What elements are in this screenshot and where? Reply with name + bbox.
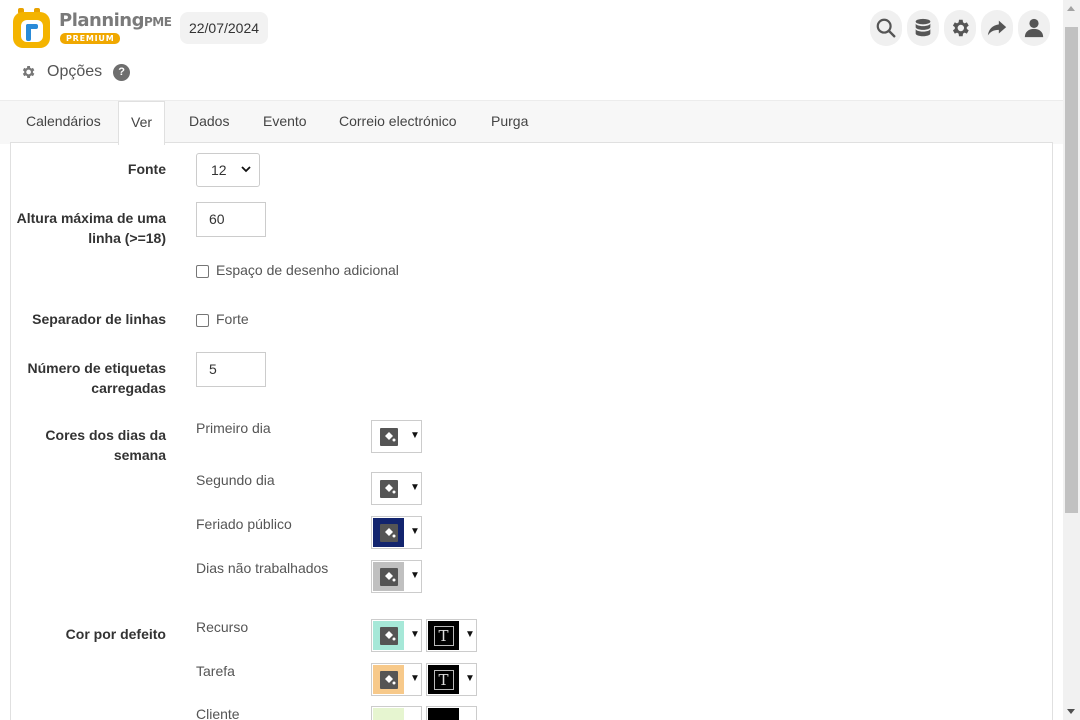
dropdown-arrow-icon: ▼: [410, 673, 420, 684]
dropdown-arrow-icon: ▼: [410, 430, 420, 441]
separator-strong-label: Forte: [216, 311, 249, 327]
tab-dados[interactable]: Dados: [177, 101, 241, 144]
tab-calendarios[interactable]: Calendários: [14, 101, 113, 144]
extra-space-checkbox[interactable]: [196, 265, 209, 278]
client-label: Cliente: [196, 706, 240, 720]
text-color-swatch: T: [428, 621, 459, 650]
resource-color-picker[interactable]: ▼: [371, 619, 422, 652]
scrollbar-thumb[interactable]: [1065, 27, 1078, 513]
current-date[interactable]: 22/07/2024: [180, 12, 268, 44]
paint-bucket-icon: [379, 427, 398, 446]
dropdown-arrow-icon: ▼: [465, 673, 475, 684]
public-holiday-color-picker[interactable]: ▼: [371, 516, 422, 549]
color-swatch: [373, 422, 404, 451]
user-button[interactable]: [1018, 10, 1050, 46]
text-color-icon: T: [433, 669, 454, 690]
separator-label: Separador de linhas: [32, 311, 166, 327]
weekday-colors-label: Cores dos dias da semana: [45, 427, 166, 463]
non-working-days-color-picker[interactable]: ▼: [371, 560, 422, 593]
color-swatch: [373, 665, 404, 694]
paint-bucket-icon: [379, 670, 398, 689]
settings-button[interactable]: [944, 10, 976, 46]
labels-loaded-label: Número de etiquetas carregadas: [27, 360, 166, 396]
dropdown-arrow-icon: ▼: [410, 629, 420, 640]
max-height-input[interactable]: 60: [196, 202, 266, 237]
tab-correio-electronico[interactable]: Correio electrónico: [327, 101, 469, 144]
view-options-panel: [10, 142, 1053, 720]
dropdown-arrow-icon: ▼: [465, 629, 475, 640]
tab-purga[interactable]: Purga: [479, 101, 540, 144]
text-color-swatch: T: [428, 665, 459, 694]
page-scrollbar[interactable]: [1063, 0, 1080, 720]
database-button[interactable]: [907, 10, 939, 46]
gear-icon: [22, 66, 35, 78]
scroll-up-icon[interactable]: [1067, 6, 1075, 11]
gear-icon: [952, 19, 969, 37]
color-swatch: [373, 621, 404, 650]
color-swatch: [373, 474, 404, 503]
share-button[interactable]: [981, 10, 1013, 46]
font-size-select[interactable]: 12: [196, 153, 260, 187]
max-height-label: Altura máxima de uma linha (>=18): [16, 210, 166, 246]
premium-badge: PREMIUM: [60, 33, 121, 44]
extra-space-label: Espaço de desenho adicional: [216, 262, 399, 278]
color-swatch: [373, 518, 404, 547]
planningpme-logo-icon[interactable]: [12, 7, 52, 49]
first-day-label: Primeiro dia: [196, 420, 271, 436]
font-label: Fonte: [127, 161, 166, 177]
tab-ver[interactable]: Ver: [118, 101, 166, 145]
dropdown-arrow-icon: ▼: [410, 482, 420, 493]
share-icon: [987, 20, 1007, 36]
options-heading: Opções ?: [20, 60, 131, 84]
scroll-down-icon[interactable]: [1067, 709, 1075, 714]
top-bar: PlanningPME PREMIUM 22/07/2024: [0, 0, 1063, 56]
default-color-label: Cor por defeito: [65, 626, 166, 642]
paint-bucket-icon: [379, 567, 398, 586]
paint-bucket-icon: [379, 626, 398, 645]
client-text-color-picker[interactable]: [426, 706, 477, 720]
help-icon[interactable]: ?: [113, 63, 131, 81]
non-working-days-label: Dias não trabalhados: [196, 560, 329, 576]
user-icon: [1024, 18, 1044, 38]
text-color-swatch: [428, 708, 459, 720]
labels-loaded-input[interactable]: 5: [196, 352, 266, 387]
task-color-picker[interactable]: ▼: [371, 663, 422, 696]
paint-bucket-icon: [379, 523, 398, 542]
database-icon: [915, 18, 931, 37]
page-title: Opções: [47, 63, 103, 80]
separator-strong-checkbox[interactable]: [196, 314, 209, 327]
client-color-picker[interactable]: [371, 706, 422, 720]
search-icon: [876, 18, 896, 38]
second-day-label: Segundo dia: [196, 472, 275, 488]
second-day-color-picker[interactable]: ▼: [371, 472, 422, 505]
chevron-down-icon: [241, 166, 251, 173]
color-swatch: [373, 562, 404, 591]
text-color-icon: T: [433, 625, 454, 646]
first-day-color-picker[interactable]: ▼: [371, 420, 422, 453]
tab-bar: Calendários Ver Dados Evento Correio ele…: [0, 100, 1063, 145]
search-button[interactable]: [870, 10, 902, 46]
color-swatch: [373, 708, 404, 720]
dropdown-arrow-icon: ▼: [410, 526, 420, 537]
resource-label: Recurso: [196, 619, 249, 635]
font-size-value: 12: [211, 162, 227, 178]
paint-bucket-icon: [379, 479, 398, 498]
dropdown-arrow-icon: ▼: [410, 570, 420, 581]
brand-name: PlanningPME: [59, 10, 172, 31]
task-text-color-picker[interactable]: T ▼: [426, 663, 477, 696]
task-label: Tarefa: [196, 663, 235, 679]
public-holiday-label: Feriado público: [196, 516, 292, 532]
resource-text-color-picker[interactable]: T ▼: [426, 619, 477, 652]
tab-evento[interactable]: Evento: [251, 101, 319, 144]
